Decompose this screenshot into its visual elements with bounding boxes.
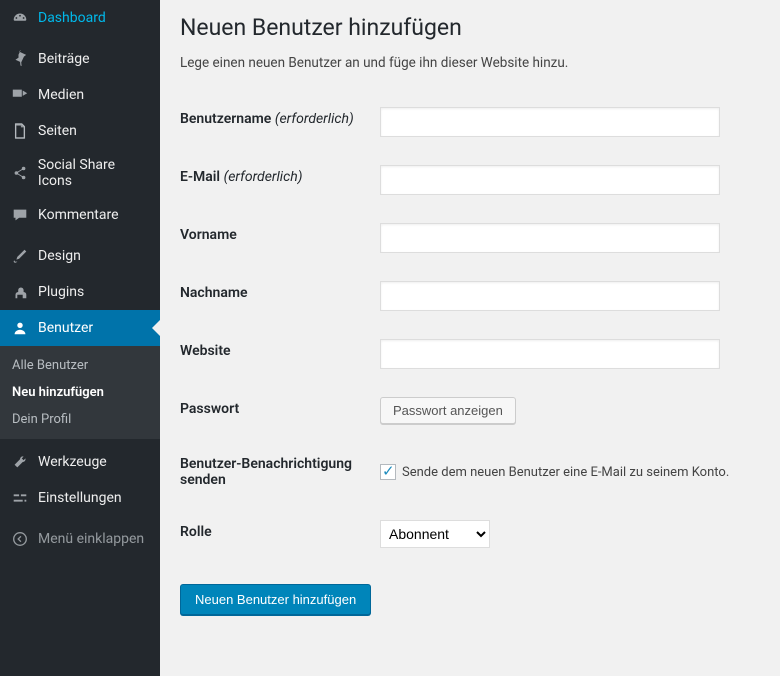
notify-text: Sende dem neuen Benutzer eine E-Mail zu …: [402, 465, 729, 480]
collapse-icon: [10, 529, 30, 549]
website-label: Website: [180, 325, 380, 383]
sidebar-item-label: Social Share Icons: [38, 157, 152, 189]
sidebar-item-tools[interactable]: Werkzeuge: [0, 444, 160, 480]
sidebar-item-posts[interactable]: Beiträge: [0, 41, 160, 77]
submenu-add-new[interactable]: Neu hinzufügen: [0, 379, 160, 406]
sidebar-item-label: Einstellungen: [38, 490, 122, 506]
password-label: Passwort: [180, 383, 380, 438]
pin-icon: [10, 49, 30, 69]
notify-label: Benutzer-Benachrichtigung senden: [180, 438, 380, 506]
sidebar-item-label: Dashboard: [38, 10, 106, 26]
submenu-profile[interactable]: Dein Profil: [0, 406, 160, 433]
sidebar-item-settings[interactable]: Einstellungen: [0, 480, 160, 516]
show-password-button[interactable]: Passwort anzeigen: [380, 397, 516, 424]
email-input[interactable]: [380, 165, 720, 195]
page-description: Lege einen neuen Benutzer an und füge ih…: [180, 55, 760, 71]
page-title: Neuen Benutzer hinzufügen: [180, 14, 760, 41]
lastname-input[interactable]: [380, 281, 720, 311]
users-submenu: Alle Benutzer Neu hinzufügen Dein Profil: [0, 346, 160, 439]
firstname-input[interactable]: [380, 223, 720, 253]
comment-icon: [10, 205, 30, 225]
sidebar-item-label: Medien: [38, 87, 84, 103]
main-content: Neuen Benutzer hinzufügen Lege einen neu…: [160, 0, 780, 676]
admin-sidebar: Dashboard Beiträge Medien Seiten Social …: [0, 0, 160, 676]
email-label: E-Mail (erforderlich): [180, 151, 380, 209]
plugin-icon: [10, 282, 30, 302]
user-icon: [10, 318, 30, 338]
sidebar-item-comments[interactable]: Kommentare: [0, 197, 160, 233]
page-icon: [10, 121, 30, 141]
sidebar-item-dashboard[interactable]: Dashboard: [0, 0, 160, 36]
notify-checkbox[interactable]: [380, 464, 396, 480]
sidebar-item-label: Kommentare: [38, 207, 119, 223]
share-icon: [10, 163, 30, 183]
brush-icon: [10, 246, 30, 266]
sidebar-item-label: Beiträge: [38, 51, 90, 67]
sidebar-item-label: Design: [38, 248, 81, 264]
submenu-all-users[interactable]: Alle Benutzer: [0, 352, 160, 379]
dashboard-icon: [10, 8, 30, 28]
sidebar-item-appearance[interactable]: Design: [0, 238, 160, 274]
sidebar-item-social[interactable]: Social Share Icons: [0, 149, 160, 197]
role-select[interactable]: Abonnent: [380, 520, 490, 548]
role-label: Rolle: [180, 506, 380, 562]
media-icon: [10, 85, 30, 105]
username-input[interactable]: [380, 107, 720, 137]
username-label: Benutzername (erforderlich): [180, 93, 380, 151]
sidebar-item-plugins[interactable]: Plugins: [0, 274, 160, 310]
sidebar-item-label: Benutzer: [38, 320, 93, 336]
notify-checkbox-label[interactable]: Sende dem neuen Benutzer eine E-Mail zu …: [380, 464, 760, 480]
submit-button[interactable]: Neuen Benutzer hinzufügen: [180, 584, 371, 615]
lastname-label: Nachname: [180, 267, 380, 325]
firstname-label: Vorname: [180, 209, 380, 267]
sidebar-item-label: Menü einklappen: [38, 531, 144, 547]
sidebar-item-label: Seiten: [38, 123, 77, 139]
website-input[interactable]: [380, 339, 720, 369]
sidebar-item-label: Plugins: [38, 284, 84, 300]
sidebar-collapse[interactable]: Menü einklappen: [0, 521, 160, 557]
settings-icon: [10, 488, 30, 508]
sidebar-item-label: Werkzeuge: [38, 454, 107, 470]
sidebar-item-media[interactable]: Medien: [0, 77, 160, 113]
sidebar-item-pages[interactable]: Seiten: [0, 113, 160, 149]
sidebar-item-users[interactable]: Benutzer: [0, 310, 160, 346]
new-user-form: Benutzername (erforderlich) E-Mail (erfo…: [180, 93, 760, 562]
tools-icon: [10, 452, 30, 472]
